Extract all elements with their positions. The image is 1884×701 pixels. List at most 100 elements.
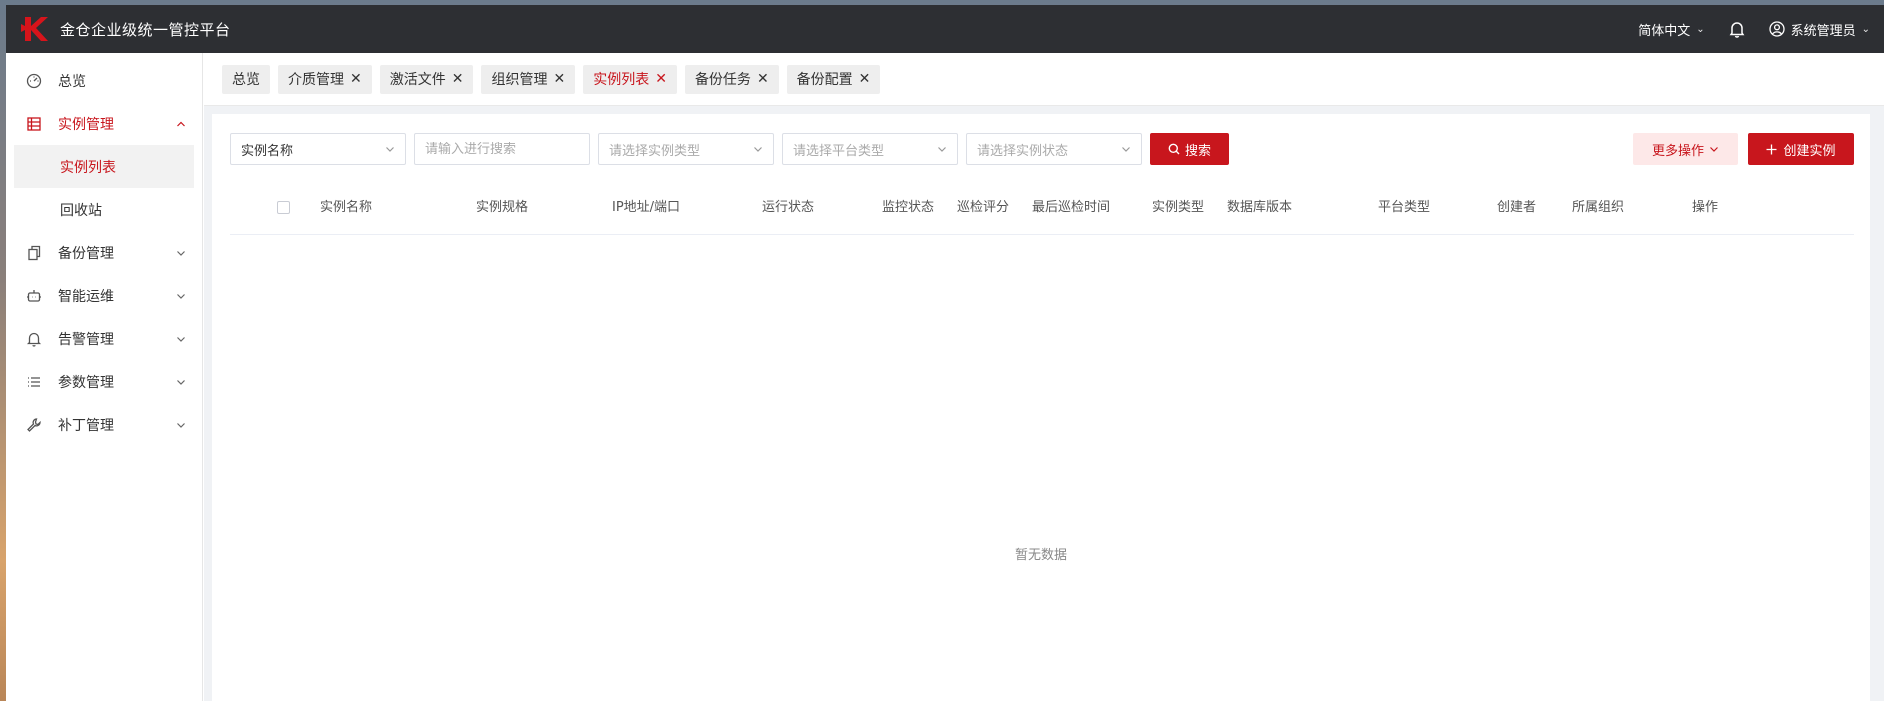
dashboard-icon [26,73,42,89]
column-header: 数据库版本 [1227,199,1293,215]
chevron-down-icon [176,334,186,344]
tab-label: 介质管理 [288,72,344,88]
tab-organization-management[interactable]: 组织管理 ✕ [481,64,576,94]
tab-label: 备份任务 [694,72,751,88]
close-icon[interactable]: ✕ [655,72,667,86]
chevron-down-icon [1710,147,1718,152]
column-header: 巡检评分 [957,199,1010,215]
search-button[interactable]: 搜索 [1150,133,1229,165]
sidebar-item-backup-management[interactable]: 备份管理 [6,231,202,274]
app-window: 金仓企业级统一管控平台 简体中文 ⌄ 系统管理员 ⌄ 总览 实例管理 实例列表 … [6,5,1884,701]
tab-label: 备份配置 [796,72,853,88]
more-actions-button[interactable]: 更多操作 [1633,133,1738,165]
table-header: 实例名称 实例规格 IP地址/端口 运行状态 监控状态 巡检评分 最后巡检时间 … [230,181,1854,235]
sidebar-subitem-instance-list[interactable]: 实例列表 [14,145,194,188]
user-menu[interactable]: 系统管理员 ⌄ [1768,20,1870,39]
close-icon[interactable]: ✕ [553,72,565,86]
tab-activation-file[interactable]: 激活文件 ✕ [379,64,474,94]
user-circle-icon [1768,21,1785,37]
column-header: 操作 [1692,199,1719,215]
chevron-down-icon [385,144,395,154]
tab-media-management[interactable]: 介质管理 ✕ [278,64,372,94]
empty-state-text: 暂无数据 [1014,548,1067,563]
close-icon[interactable]: ✕ [859,72,871,86]
instance-status-placeholder: 请选择实例状态 [977,143,1069,159]
main-content: 总览 介质管理 ✕ 激活文件 ✕ 组织管理 ✕ 实例列表 ✕ 备份任务 ✕ 备份… [204,53,1884,701]
tab-label: 组织管理 [491,72,548,88]
search-field-select[interactable]: 实例名称 [230,133,406,165]
sidebar-item-overview[interactable]: 总览 [6,59,202,102]
wrench-icon [26,417,42,433]
close-icon[interactable]: ✕ [350,72,362,86]
tab-instance-list[interactable]: 实例列表 ✕ [583,64,677,94]
sidebar-item-label: 总览 [58,73,86,90]
sidebar-item-patch-management[interactable]: 补丁管理 [6,403,202,446]
search-input[interactable] [414,133,590,165]
robot-icon [26,288,42,304]
chevron-up-icon [176,119,186,129]
chevron-down-icon [176,291,186,301]
instance-type-select[interactable]: 请选择实例类型 [598,133,774,165]
sidebar-item-alarm-management[interactable]: 告警管理 [6,317,202,360]
chevron-down-icon [176,377,186,387]
kingbase-logo-icon [21,17,48,41]
platform-type-select[interactable]: 请选择平台类型 [782,133,958,165]
chevron-down-icon [176,420,186,430]
chevron-down-icon [176,248,186,258]
sidebar-item-label: 智能运维 [58,288,114,305]
create-instance-label: 创建实例 [1783,143,1836,159]
chevron-down-icon [1121,144,1131,154]
sidebar-item-label: 备份管理 [58,245,114,262]
sidebar-item-label: 补丁管理 [58,417,114,434]
sidebar-item-label: 告警管理 [58,331,114,348]
instance-type-placeholder: 请选择实例类型 [609,143,701,159]
search-button-label: 搜索 [1184,143,1211,159]
column-header: 运行状态 [762,199,815,215]
column-header: 最后巡检时间 [1032,199,1111,215]
bell-icon[interactable] [1727,19,1747,39]
sidebar: 总览 实例管理 实例列表 回收站 备份管理 智能运维 告警管理 参数管理 补丁管… [6,53,203,701]
column-header: 监控状态 [882,199,935,215]
more-actions-label: 更多操作 [1651,143,1704,159]
tab-overview[interactable]: 总览 [222,64,270,94]
page-tabs: 总览 介质管理 ✕ 激活文件 ✕ 组织管理 ✕ 实例列表 ✕ 备份任务 ✕ 备份… [204,53,1884,106]
sidebar-item-instance-management[interactable]: 实例管理 [6,102,202,145]
close-icon[interactable]: ✕ [757,72,769,86]
search-input-field[interactable] [425,141,579,157]
sidebar-subitem-recycle-bin[interactable]: 回收站 [14,188,194,231]
tab-backup-config[interactable]: 备份配置 ✕ [786,64,881,94]
chevron-down-icon [753,144,763,154]
chevron-down-icon: ⌄ [1861,23,1870,35]
select-all-checkbox[interactable] [277,201,290,214]
table-header-checkbox-cell [230,201,320,214]
column-header: IP地址/端口 [612,199,681,215]
logo[interactable]: 金仓企业级统一管控平台 [20,14,231,44]
top-bar: 金仓企业级统一管控平台 简体中文 ⌄ 系统管理员 ⌄ [6,5,1884,53]
tab-label: 激活文件 [389,72,446,88]
user-name: 系统管理员 [1790,23,1856,39]
sidebar-item-intelligent-ops[interactable]: 智能运维 [6,274,202,317]
sidebar-subitem-label: 回收站 [60,202,102,219]
column-header: 实例名称 [320,199,373,215]
language-dropdown[interactable]: 简体中文 ⌄ [1638,20,1704,39]
sidebar-item-label: 参数管理 [58,374,114,391]
bell-icon [26,331,42,347]
instance-status-select[interactable]: 请选择实例状态 [966,133,1142,165]
language-label: 简体中文 [1638,23,1691,39]
tab-label: 实例列表 [593,72,650,88]
close-icon[interactable]: ✕ [452,72,464,86]
filter-bar: 实例名称 请选择实例类型 请选择平台类型 [230,133,1854,165]
sidebar-item-label: 实例管理 [58,116,114,133]
search-field-value: 实例名称 [241,143,294,159]
list-icon [26,374,42,390]
app-title: 金仓企业级统一管控平台 [60,20,231,39]
column-header: 实例类型 [1152,199,1205,215]
sidebar-subitem-label: 实例列表 [60,159,116,176]
sidebar-item-parameter-management[interactable]: 参数管理 [6,360,202,403]
list-table-icon [26,116,42,132]
create-instance-button[interactable]: 创建实例 [1748,133,1854,165]
tab-backup-task[interactable]: 备份任务 ✕ [684,64,779,94]
copy-icon [26,245,42,261]
platform-type-placeholder: 请选择平台类型 [793,143,885,159]
chevron-down-icon [937,144,947,154]
